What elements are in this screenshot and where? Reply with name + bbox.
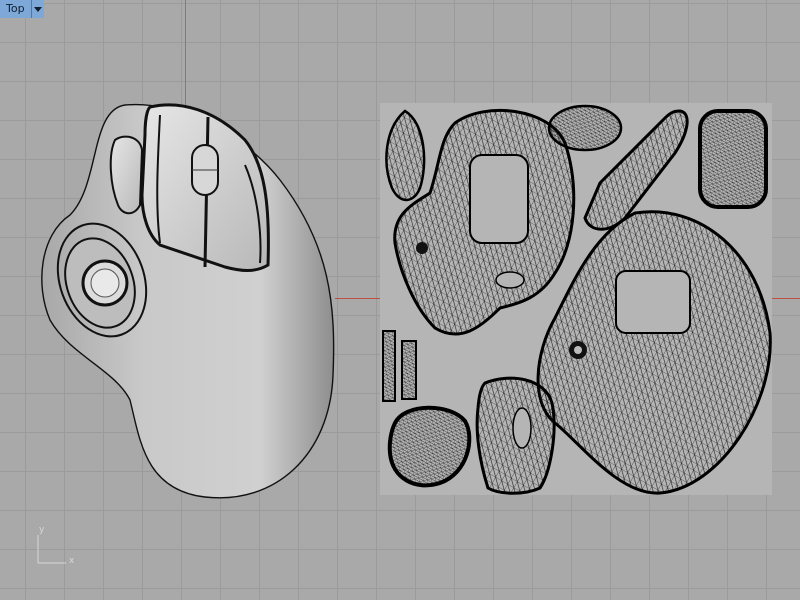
mouse-model[interactable] <box>30 95 340 505</box>
uv-island-disc <box>387 405 472 488</box>
uv-hole-lower <box>615 270 691 334</box>
uv-layout-panel[interactable] <box>380 103 772 495</box>
uv-island-leaf <box>385 109 426 202</box>
world-axis-x-label: x <box>69 556 75 566</box>
viewport-name[interactable]: Top <box>0 0 31 18</box>
uv-island-bar-1 <box>382 330 396 402</box>
uv-island-oval <box>547 104 623 152</box>
y-axis-line <box>185 0 186 110</box>
dropdown-arrow-icon[interactable] <box>30 0 44 18</box>
uv-island-bar-2 <box>401 340 417 400</box>
viewport-title-tab[interactable]: Top <box>0 0 44 18</box>
uv-hole-small <box>495 271 525 289</box>
world-axis-y-label: y <box>39 525 45 535</box>
uv-island-square <box>698 109 768 209</box>
uv-hole-top <box>469 154 529 244</box>
world-axis-indicator: y x <box>30 525 85 570</box>
